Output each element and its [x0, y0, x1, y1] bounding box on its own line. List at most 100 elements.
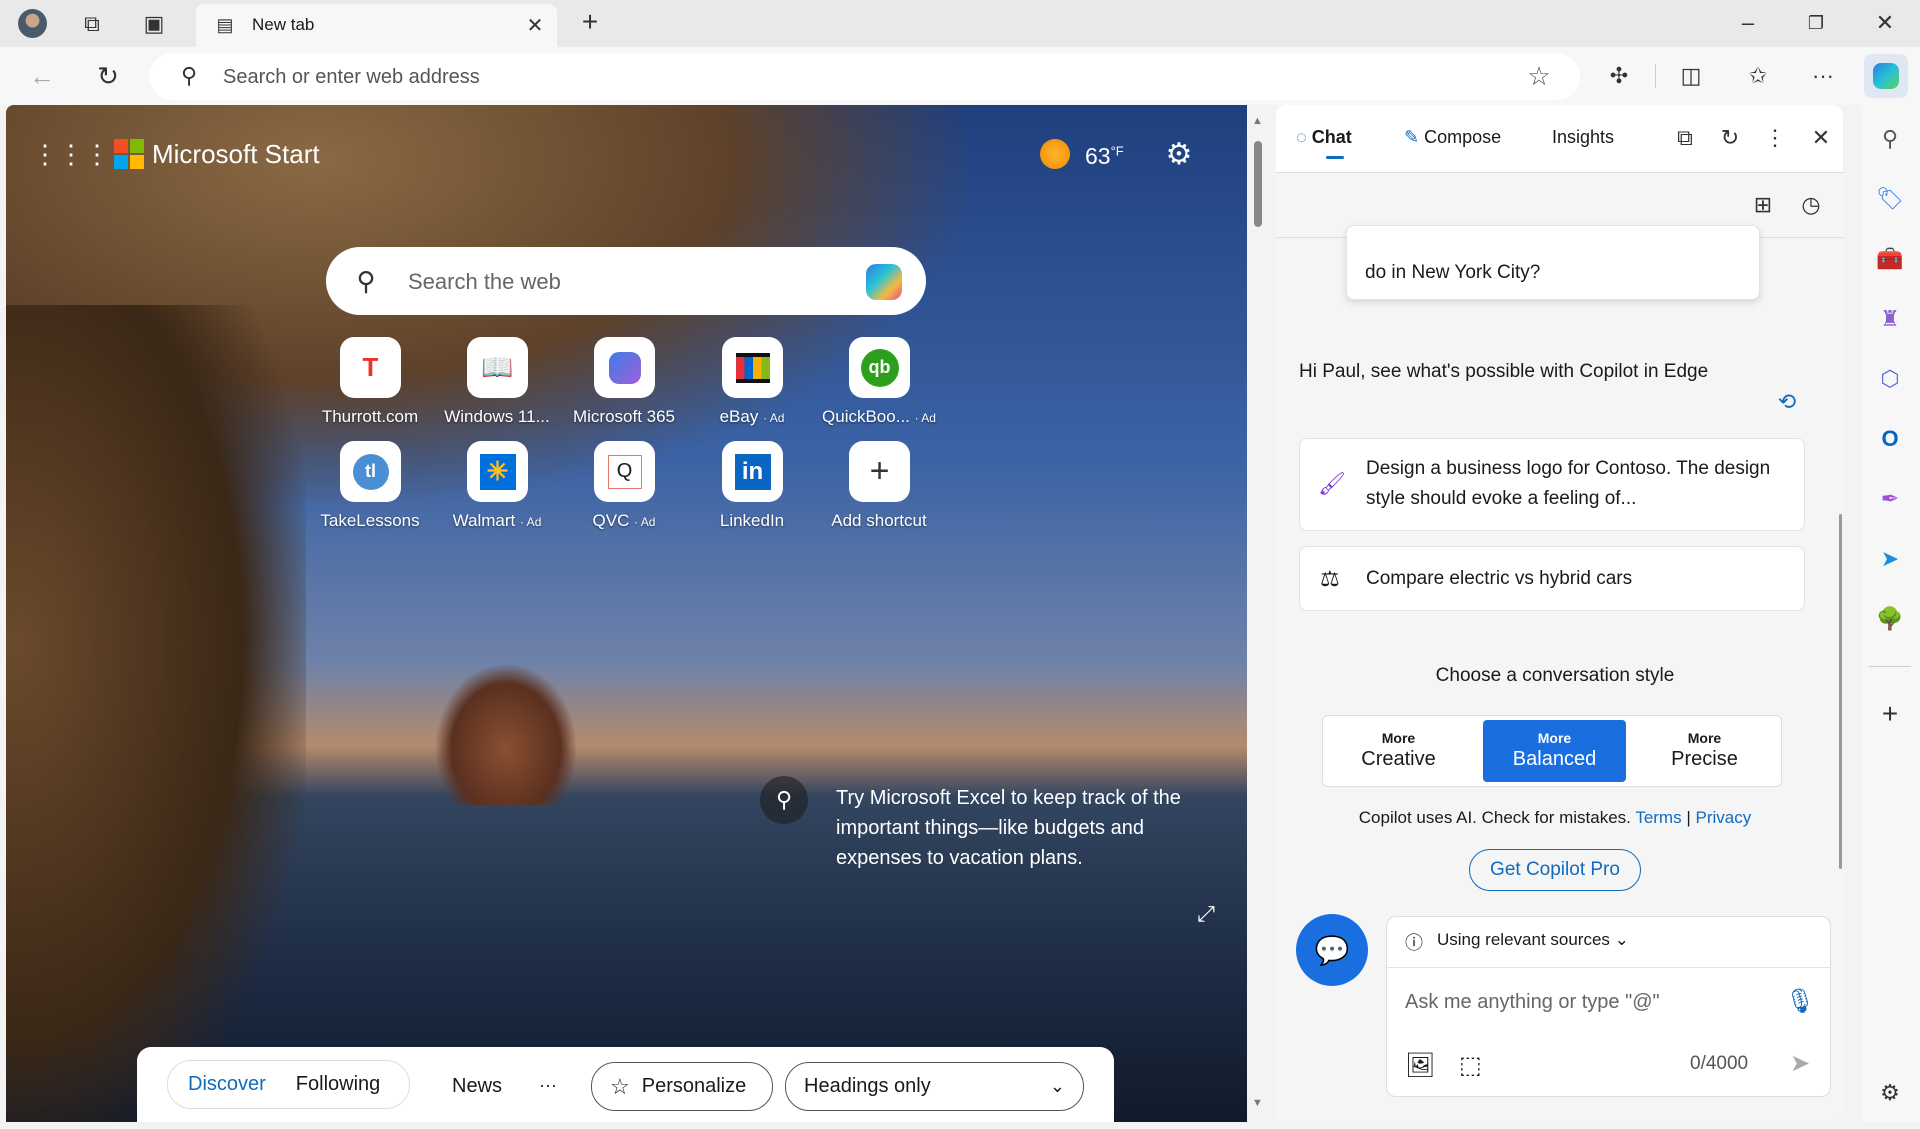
tab-following[interactable]: Following	[296, 1073, 380, 1096]
add-image-icon[interactable]: 🖼	[1405, 1051, 1435, 1080]
style-precise[interactable]: More Precise	[1633, 720, 1776, 782]
tab-compose[interactable]: ✎ Compose	[1404, 127, 1501, 148]
info-icon: ⓘ	[1405, 933, 1423, 953]
tree-icon[interactable]: 🌳	[1876, 605, 1904, 633]
vertical-tabs-icon[interactable]: ▣	[142, 11, 166, 36]
settings-gear-icon[interactable]: ⚙	[1163, 138, 1195, 171]
workspaces-icon[interactable]: ⧉	[80, 11, 104, 36]
chat-input-box: ⓘ Using relevant sources ⌄ Ask me anythi…	[1386, 916, 1831, 1097]
sources-dropdown[interactable]: Using relevant sources ⌄	[1437, 930, 1629, 950]
greeting-text: Hi Paul, see what's possible with Copilo…	[1299, 361, 1709, 382]
minimize-button[interactable]: –	[1735, 10, 1761, 36]
screenshot-icon[interactable]: ⬚	[1459, 1051, 1482, 1080]
back-button[interactable]: ←	[28, 61, 56, 91]
refresh-button[interactable]: ↻	[94, 61, 122, 91]
copilot-icon[interactable]	[866, 264, 902, 300]
style-balanced[interactable]: More Balanced	[1483, 720, 1626, 782]
brand-title[interactable]: Microsoft Start	[152, 139, 320, 170]
favorites-icon[interactable]: ✩	[1744, 62, 1772, 90]
background-info-text[interactable]: Try Microsoft Excel to keep track of the…	[836, 783, 1216, 873]
privacy-link[interactable]: Privacy	[1695, 808, 1751, 827]
search-icon: ⚲	[180, 63, 198, 88]
shortcut-thurrott[interactable]: T	[340, 337, 401, 398]
tab-news[interactable]: News	[452, 1075, 502, 1098]
scrollbar-thumb[interactable]	[1254, 141, 1262, 227]
microsoft-365-icon[interactable]: ⬡	[1876, 365, 1904, 393]
temperature-value: 63	[1085, 143, 1111, 169]
weather-sun-icon[interactable]	[1040, 139, 1070, 169]
send-icon[interactable]: ➤	[1790, 1049, 1810, 1078]
add-shortcut-button[interactable]: +	[849, 441, 910, 502]
shortcut-label: Thurrott.com	[321, 407, 419, 426]
scroll-up-arrow[interactable]: ▲	[1252, 115, 1263, 127]
layout-dropdown[interactable]: Headings only ⌄	[785, 1062, 1084, 1111]
address-bar[interactable]: ⚲ Search or enter web address ☆	[149, 53, 1580, 100]
shortcut-quickbooks[interactable]: qb	[849, 337, 910, 398]
extensions-icon[interactable]: ✣	[1605, 62, 1633, 90]
style-heading: Choose a conversation style	[1435, 665, 1675, 686]
web-search-box[interactable]: ⚲ Search the web	[326, 247, 926, 315]
copilot-icon	[1873, 63, 1899, 89]
tab-discover[interactable]: Discover	[188, 1073, 266, 1096]
personalize-button[interactable]: ☆ Personalize	[591, 1062, 773, 1111]
link-separator: |	[1686, 808, 1691, 827]
games-icon[interactable]: ♜	[1876, 305, 1904, 333]
feed-bar: Discover Following News ··· ☆ Personaliz…	[137, 1047, 1114, 1122]
microphone-icon[interactable]: 🎙	[1785, 987, 1815, 1016]
feed-more-button[interactable]: ···	[539, 1075, 557, 1096]
shortcut-walmart[interactable]: ✳	[467, 441, 528, 502]
shortcut-microsoft-365[interactable]	[594, 337, 655, 398]
weather-temp[interactable]: 63°F	[1085, 143, 1124, 170]
feed-toggle: Discover Following	[167, 1060, 410, 1109]
shopping-tag-icon[interactable]: 🏷	[1876, 185, 1904, 213]
more-options-icon[interactable]: ⋮	[1762, 125, 1788, 151]
suggestion-card[interactable]: 🖌 Design a business logo for Contoso. Th…	[1299, 438, 1805, 531]
get-copilot-pro-button[interactable]: Get Copilot Pro	[1469, 849, 1641, 891]
chat-input[interactable]: Ask me anything or type "@"	[1405, 991, 1660, 1014]
shortcut-label: Add shortcut	[831, 511, 927, 530]
shortcut-windows-11[interactable]: 📖	[467, 337, 528, 398]
background-sea-stack	[436, 665, 576, 805]
open-in-new-icon[interactable]: ⧉	[1672, 125, 1698, 151]
add-app-icon[interactable]: +	[1876, 698, 1904, 729]
split-screen-icon[interactable]: ◫	[1677, 62, 1705, 90]
refresh-suggestions-icon[interactable]: ⟲	[1775, 389, 1799, 414]
restore-button[interactable]: ❐	[1803, 10, 1829, 36]
page-scrollbar[interactable]: ▲ ▼	[1247, 105, 1268, 1122]
profile-avatar[interactable]	[18, 9, 47, 38]
terms-link[interactable]: Terms	[1635, 808, 1681, 827]
search-icon[interactable]: ⚲	[1876, 125, 1904, 153]
tab-chat[interactable]: ◌ Chat	[1296, 127, 1352, 148]
close-window-button[interactable]: ✕	[1872, 10, 1898, 36]
sidebar-settings-icon[interactable]: ⚙	[1876, 1079, 1904, 1107]
image-search-icon[interactable]: ⚲	[760, 776, 808, 824]
refresh-icon[interactable]: ↻	[1717, 125, 1743, 151]
designer-icon[interactable]: ✒	[1876, 485, 1904, 513]
close-panel-icon[interactable]: ✕	[1808, 125, 1834, 151]
tab-insights[interactable]: Insights	[1552, 127, 1614, 148]
suggestion-card[interactable]: ⚖ Compare electric vs hybrid cars	[1299, 546, 1805, 611]
history-icon[interactable]: ◷	[1798, 192, 1824, 218]
tools-icon[interactable]: 🧰	[1876, 245, 1904, 273]
more-menu-icon[interactable]: ···	[1809, 62, 1837, 90]
style-creative[interactable]: More Creative	[1327, 720, 1470, 782]
expand-icon[interactable]: ⤢	[1194, 901, 1218, 926]
outlook-icon[interactable]: O	[1876, 425, 1904, 453]
panel-scrollbar[interactable]	[1839, 514, 1842, 869]
favorite-star-icon[interactable]: ☆	[1526, 61, 1552, 91]
previous-question-card[interactable]: do in New York City?	[1346, 225, 1760, 300]
apps-grid-icon[interactable]: ⋮⋮⋮	[32, 139, 110, 169]
shortcut-ebay[interactable]	[722, 337, 783, 398]
tab-new-tab[interactable]: ▤ New tab ✕	[196, 4, 557, 47]
copilot-button[interactable]	[1864, 54, 1908, 98]
send-icon[interactable]: ➤	[1876, 545, 1904, 573]
divider	[1387, 967, 1830, 968]
close-tab-icon[interactable]: ✕	[524, 14, 546, 37]
scroll-down-arrow[interactable]: ▼	[1252, 1097, 1263, 1109]
plugins-icon[interactable]: ⊞	[1750, 192, 1776, 218]
new-topic-button[interactable]: 💬	[1296, 914, 1368, 986]
new-tab-button[interactable]: +	[576, 6, 604, 37]
shortcut-linkedin[interactable]: in	[722, 441, 783, 502]
shortcut-qvc[interactable]: Q	[594, 441, 655, 502]
shortcut-takelessons[interactable]: tl	[340, 441, 401, 502]
